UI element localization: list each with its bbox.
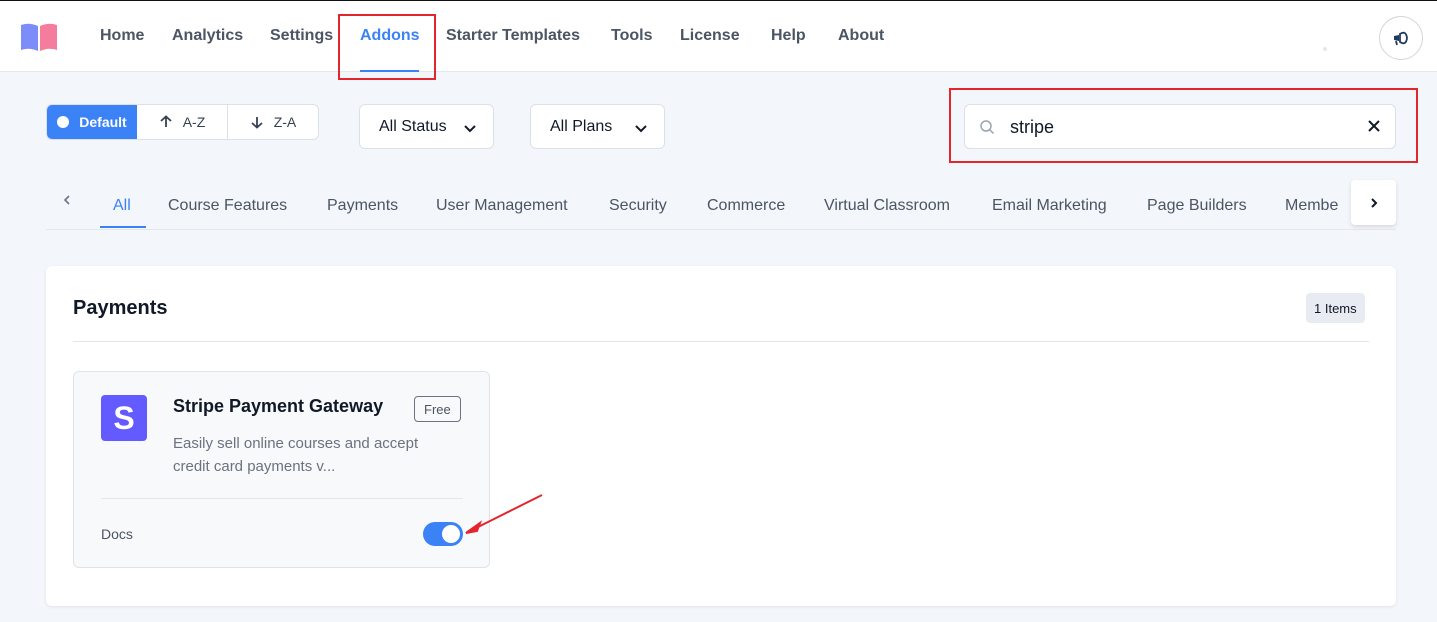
tab-email-marketing[interactable]: Email Marketing <box>992 197 1107 215</box>
category-tabs: All Course Features Payments User Manage… <box>46 180 1396 230</box>
nav-license[interactable]: License <box>680 27 740 45</box>
nav-help[interactable]: Help <box>771 27 806 45</box>
tab-course-features[interactable]: Course Features <box>168 197 287 215</box>
nav-analytics[interactable]: Analytics <box>172 27 243 45</box>
sort-za-label: Z-A <box>273 114 297 130</box>
sort-za-button[interactable]: Z-A <box>228 105 318 139</box>
chevron-down-icon <box>635 125 647 133</box>
tab-virtual-classroom[interactable]: Virtual Classroom <box>824 197 950 215</box>
sort-default-label: Default <box>79 114 127 130</box>
app-logo-icon[interactable] <box>19 21 59 53</box>
tab-all[interactable]: All <box>113 197 131 215</box>
search-highlight-box <box>949 88 1418 163</box>
active-tab-indicator <box>100 226 146 228</box>
docs-link[interactable]: Docs <box>101 526 133 542</box>
radio-dot-icon <box>57 116 70 128</box>
addon-enable-toggle[interactable] <box>423 522 463 546</box>
sort-az-button[interactable]: A-Z <box>137 105 228 139</box>
arrow-down-icon <box>251 117 263 129</box>
plan-badge: Free <box>414 396 461 422</box>
nav-starter-templates[interactable]: Starter Templates <box>446 27 580 45</box>
sort-button-group: Default A-Z Z-A <box>46 104 319 140</box>
section-title: Payments <box>73 297 168 319</box>
addons-highlight-box <box>338 14 436 80</box>
plans-filter-value: All Plans <box>550 117 613 135</box>
addon-card-stripe: S Stripe Payment Gateway Free Easily sel… <box>73 371 490 568</box>
chevron-left-icon[interactable] <box>60 193 74 207</box>
payments-section: Payments 1 Items S Stripe Payment Gatewa… <box>46 266 1396 606</box>
nav-home[interactable]: Home <box>100 27 144 45</box>
sort-default-button[interactable]: Default <box>47 105 137 139</box>
nav-tools[interactable]: Tools <box>611 27 652 45</box>
items-count-badge: 1 Items <box>1306 293 1365 323</box>
tab-commerce[interactable]: Commerce <box>707 197 785 215</box>
annotation-arrow-icon <box>465 494 543 534</box>
tab-user-management[interactable]: User Management <box>436 197 568 215</box>
chevron-right-icon <box>1370 197 1377 208</box>
sort-az-label: A-Z <box>182 114 206 130</box>
announcement-button[interactable] <box>1379 16 1423 60</box>
separator-dot <box>1323 47 1327 51</box>
top-navigation-bar: Home Analytics Settings Addons Starter T… <box>0 0 1437 72</box>
stripe-logo-icon: S <box>101 395 147 441</box>
megaphone-icon <box>1394 31 1408 46</box>
chevron-down-icon <box>464 125 476 133</box>
tabs-next-button[interactable] <box>1351 180 1396 225</box>
tab-membership[interactable]: Membe <box>1285 197 1338 215</box>
tab-payments[interactable]: Payments <box>327 197 398 215</box>
nav-settings[interactable]: Settings <box>270 27 333 45</box>
nav-about[interactable]: About <box>838 27 884 45</box>
status-filter-select[interactable]: All Status <box>359 104 494 149</box>
tab-page-builders[interactable]: Page Builders <box>1147 197 1247 215</box>
toggle-knob <box>442 525 460 543</box>
status-filter-value: All Status <box>379 117 447 135</box>
card-divider <box>101 498 463 499</box>
section-divider <box>73 341 1369 342</box>
addon-description: Easily sell online courses and accept cr… <box>173 435 419 475</box>
plans-filter-select[interactable]: All Plans <box>530 104 665 149</box>
tab-security[interactable]: Security <box>609 197 667 215</box>
addon-title: Stripe Payment Gateway <box>173 396 384 416</box>
arrow-up-icon <box>160 115 172 127</box>
